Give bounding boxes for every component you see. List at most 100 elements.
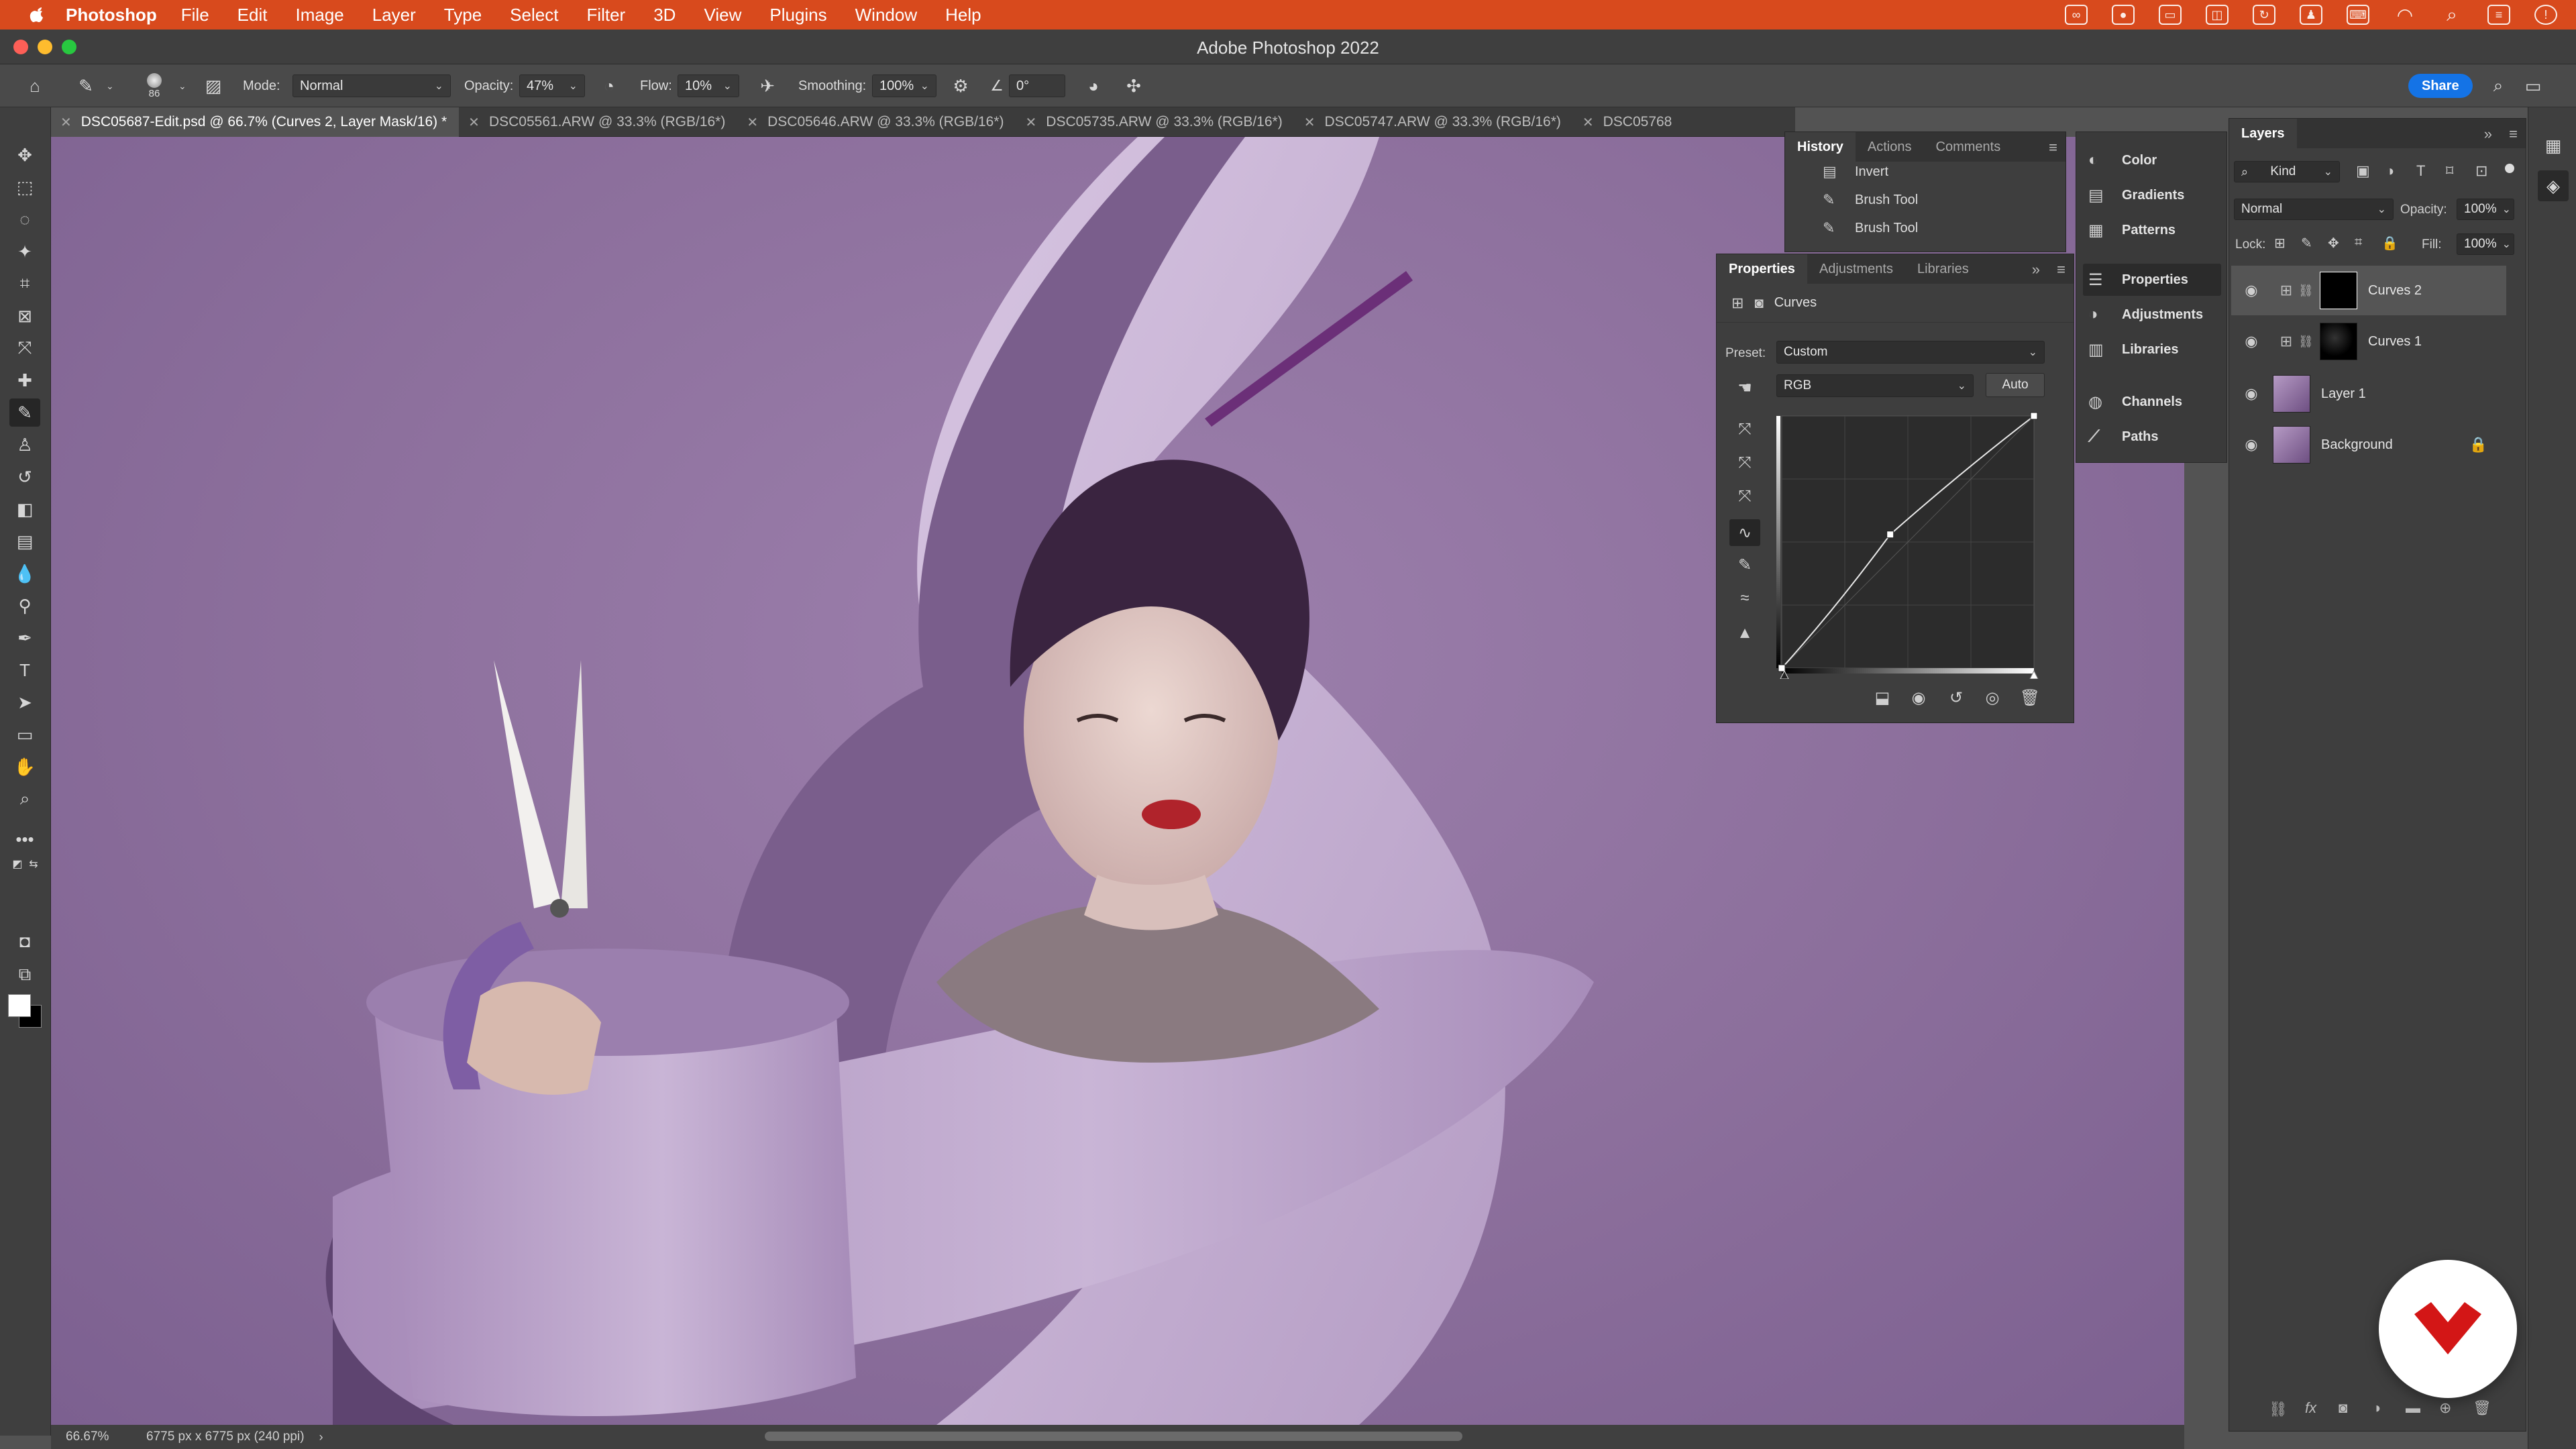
new-group-folder-icon[interactable]: ▬ <box>2406 1399 2420 1417</box>
brush-preset-chevron-icon[interactable]: ⌄ <box>106 64 114 107</box>
zoom-tool-icon[interactable]: ⌕ <box>9 785 40 813</box>
user-icon[interactable]: ♟ <box>2300 5 2322 25</box>
swap-colors-icon[interactable]: ⇆ <box>25 856 42 872</box>
filter-type-icon[interactable]: T <box>2416 162 2425 180</box>
visibility-eye-icon[interactable]: ◉ <box>2238 436 2265 453</box>
layer-thumbnail[interactable] <box>2273 375 2310 413</box>
gray-point-eyedropper-icon[interactable]: ⤧ <box>1729 449 1760 476</box>
tab-document-1[interactable]: ✕ DSC05687-Edit.psd @ 66.7% (Curves 2, La… <box>51 107 460 137</box>
hand-tool-icon[interactable]: ✋ <box>9 753 40 781</box>
clip-to-layer-icon[interactable]: ⬓ <box>1869 686 1896 710</box>
magic-wand-tool-icon[interactable]: ✦ <box>9 237 40 266</box>
display-icon[interactable]: ◫ <box>2206 5 2229 25</box>
blend-mode-select[interactable]: Normal ⌄ <box>2234 199 2394 220</box>
symmetry-icon[interactable]: ✣ <box>1122 64 1146 107</box>
filter-toggle-icon[interactable] <box>2505 164 2514 173</box>
menu-help[interactable]: Help <box>945 5 981 25</box>
default-colors-icon[interactable]: ◩ <box>9 856 25 872</box>
dock-channels[interactable]: ◍ Channels <box>2083 386 2221 418</box>
layer-opacity-input[interactable]: 100% ⌄ <box>2457 199 2514 220</box>
screen-icon[interactable]: ▭ <box>2159 5 2182 25</box>
expand-panel-icon[interactable]: » <box>2032 261 2040 278</box>
zoom-level[interactable]: 66.67% <box>66 1430 140 1444</box>
curve-control-point[interactable] <box>1886 531 1894 539</box>
pen-tool-icon[interactable]: ✒ <box>9 624 40 652</box>
more-tools-icon[interactable]: ••• <box>9 825 40 853</box>
targeted-adjustment-icon[interactable]: ☚ <box>1729 374 1760 401</box>
eyedropper-tool-icon[interactable]: ⤧ <box>9 334 40 362</box>
lasso-tool-icon[interactable]: ◌ <box>9 205 40 233</box>
close-tab-icon[interactable]: ✕ <box>1582 114 1594 131</box>
menu-view[interactable]: View <box>704 5 741 25</box>
tab-layers[interactable]: Layers <box>2229 119 2297 148</box>
lock-all-icon[interactable]: 🔒 <box>2381 235 2398 252</box>
brush-size-picker[interactable]: 86 <box>141 64 168 107</box>
filter-smart-object-icon[interactable]: ⊡ <box>2475 162 2487 180</box>
dock-patterns[interactable]: ▦ Patterns <box>2083 214 2221 246</box>
smoothing-settings-gear-icon[interactable]: ⚙ <box>949 64 973 107</box>
filter-pixel-icon[interactable]: ▣ <box>2356 162 2370 180</box>
close-tab-icon[interactable]: ✕ <box>468 114 480 131</box>
lock-artboard-icon[interactable]: ⌗ <box>2355 235 2362 250</box>
dock-adjustments[interactable]: ◑ Adjustments <box>2083 299 2221 331</box>
clipping-warning-icon[interactable]: ▲ <box>1729 620 1760 647</box>
layer-style-fx-icon[interactable]: fx <box>2305 1399 2316 1417</box>
chevron-right-icon[interactable]: › <box>319 1430 323 1444</box>
channel-select[interactable]: RGB ⌄ <box>1776 374 1974 397</box>
mask-icon[interactable]: ◙ <box>1754 294 1763 312</box>
screen-mode-icon[interactable]: ⧉ <box>9 961 40 989</box>
workspace-icon[interactable]: ▭ <box>2521 64 2545 107</box>
white-point-eyedropper-icon[interactable]: ⤧ <box>1729 483 1760 510</box>
lock-transparent-icon[interactable]: ⊞ <box>2274 235 2286 252</box>
tab-document-3[interactable]: ✕ DSC05646.ARW @ 33.3% (RGB/16*) <box>737 107 1016 137</box>
reset-icon[interactable]: ↺ <box>1943 686 1970 710</box>
menu-select[interactable]: Select <box>510 5 558 25</box>
close-tab-icon[interactable]: ✕ <box>1304 114 1316 131</box>
eraser-tool-icon[interactable]: ◧ <box>9 495 40 523</box>
menu-plugins[interactable]: Plugins <box>769 5 826 25</box>
brush-tool-icon[interactable]: ✎ <box>9 398 40 427</box>
lock-position-icon[interactable]: ✥ <box>2328 235 2339 252</box>
share-button[interactable]: Share <box>2408 74 2473 98</box>
brush-size-chevron-icon[interactable]: ⌄ <box>178 64 186 107</box>
dock-gradients[interactable]: ▤ Gradients <box>2083 179 2221 211</box>
delete-trash-icon[interactable]: 🗑 <box>2017 686 2043 710</box>
panel-menu-icon[interactable]: ≡ <box>2049 139 2057 156</box>
close-tab-icon[interactable]: ✕ <box>747 114 758 131</box>
panel-menu-icon[interactable]: ≡ <box>2509 125 2518 143</box>
layer-row-background[interactable]: ◉ Background 🔒 <box>2231 420 2506 470</box>
menu-window[interactable]: Window <box>855 5 917 25</box>
clone-stamp-tool-icon[interactable]: ♙ <box>9 431 40 459</box>
smooth-curve-icon[interactable]: ≈ <box>1729 585 1760 612</box>
move-tool-icon[interactable]: ✥ <box>9 141 40 169</box>
expand-panel-icon[interactable]: » <box>2484 125 2492 143</box>
layer-thumbnail[interactable] <box>2273 426 2310 464</box>
gradient-tool-icon[interactable]: ▤ <box>9 527 40 555</box>
curve-graph[interactable] <box>1776 411 2045 679</box>
foreground-color-swatch[interactable] <box>8 994 31 1017</box>
tab-document-6[interactable]: ✕ DSC05768 <box>1573 107 1684 137</box>
layer-row-curves-2[interactable]: ◉ ⊞ ⛓ Curves 2 <box>2231 266 2506 315</box>
notification-icon[interactable]: ! <box>2534 5 2557 25</box>
visibility-eye-icon[interactable]: ◎ <box>1979 686 2006 710</box>
wifi-icon[interactable]: ◠ <box>2394 5 2416 25</box>
link-layers-icon[interactable]: ⛓ <box>2269 1401 2288 1418</box>
search-icon[interactable]: ⌕ <box>2486 64 2510 107</box>
new-adjustment-icon[interactable]: ◑ <box>2372 1399 2381 1417</box>
close-tab-icon[interactable]: ✕ <box>1026 114 1037 131</box>
tab-document-2[interactable]: ✕ DSC05561.ARW @ 33.3% (RGB/16*) <box>459 107 737 137</box>
frame-tool-icon[interactable]: ⊠ <box>9 302 40 330</box>
dock-libraries[interactable]: ▥ Libraries <box>2083 333 2221 366</box>
rectangle-tool-icon[interactable]: ▭ <box>9 720 40 749</box>
healing-brush-tool-icon[interactable]: ✚ <box>9 366 40 394</box>
path-selection-tool-icon[interactable]: ➤ <box>9 688 40 716</box>
visibility-eye-icon[interactable]: ◉ <box>2238 385 2265 402</box>
layer-filter-select[interactable]: ⌕ Kind ⌄ <box>2234 161 2340 182</box>
fill-input[interactable]: 100% ⌄ <box>2457 233 2514 255</box>
menu-edit[interactable]: Edit <box>237 5 268 25</box>
delete-layer-trash-icon[interactable]: 🗑 <box>2473 1399 2491 1417</box>
black-point-eyedropper-icon[interactable]: ⤧ <box>1729 416 1760 443</box>
horizontal-scrollbar[interactable] <box>765 1432 1462 1441</box>
flow-input[interactable]: 10% ⌄ <box>678 74 739 97</box>
dock-properties[interactable]: ☰ Properties <box>2083 264 2221 296</box>
